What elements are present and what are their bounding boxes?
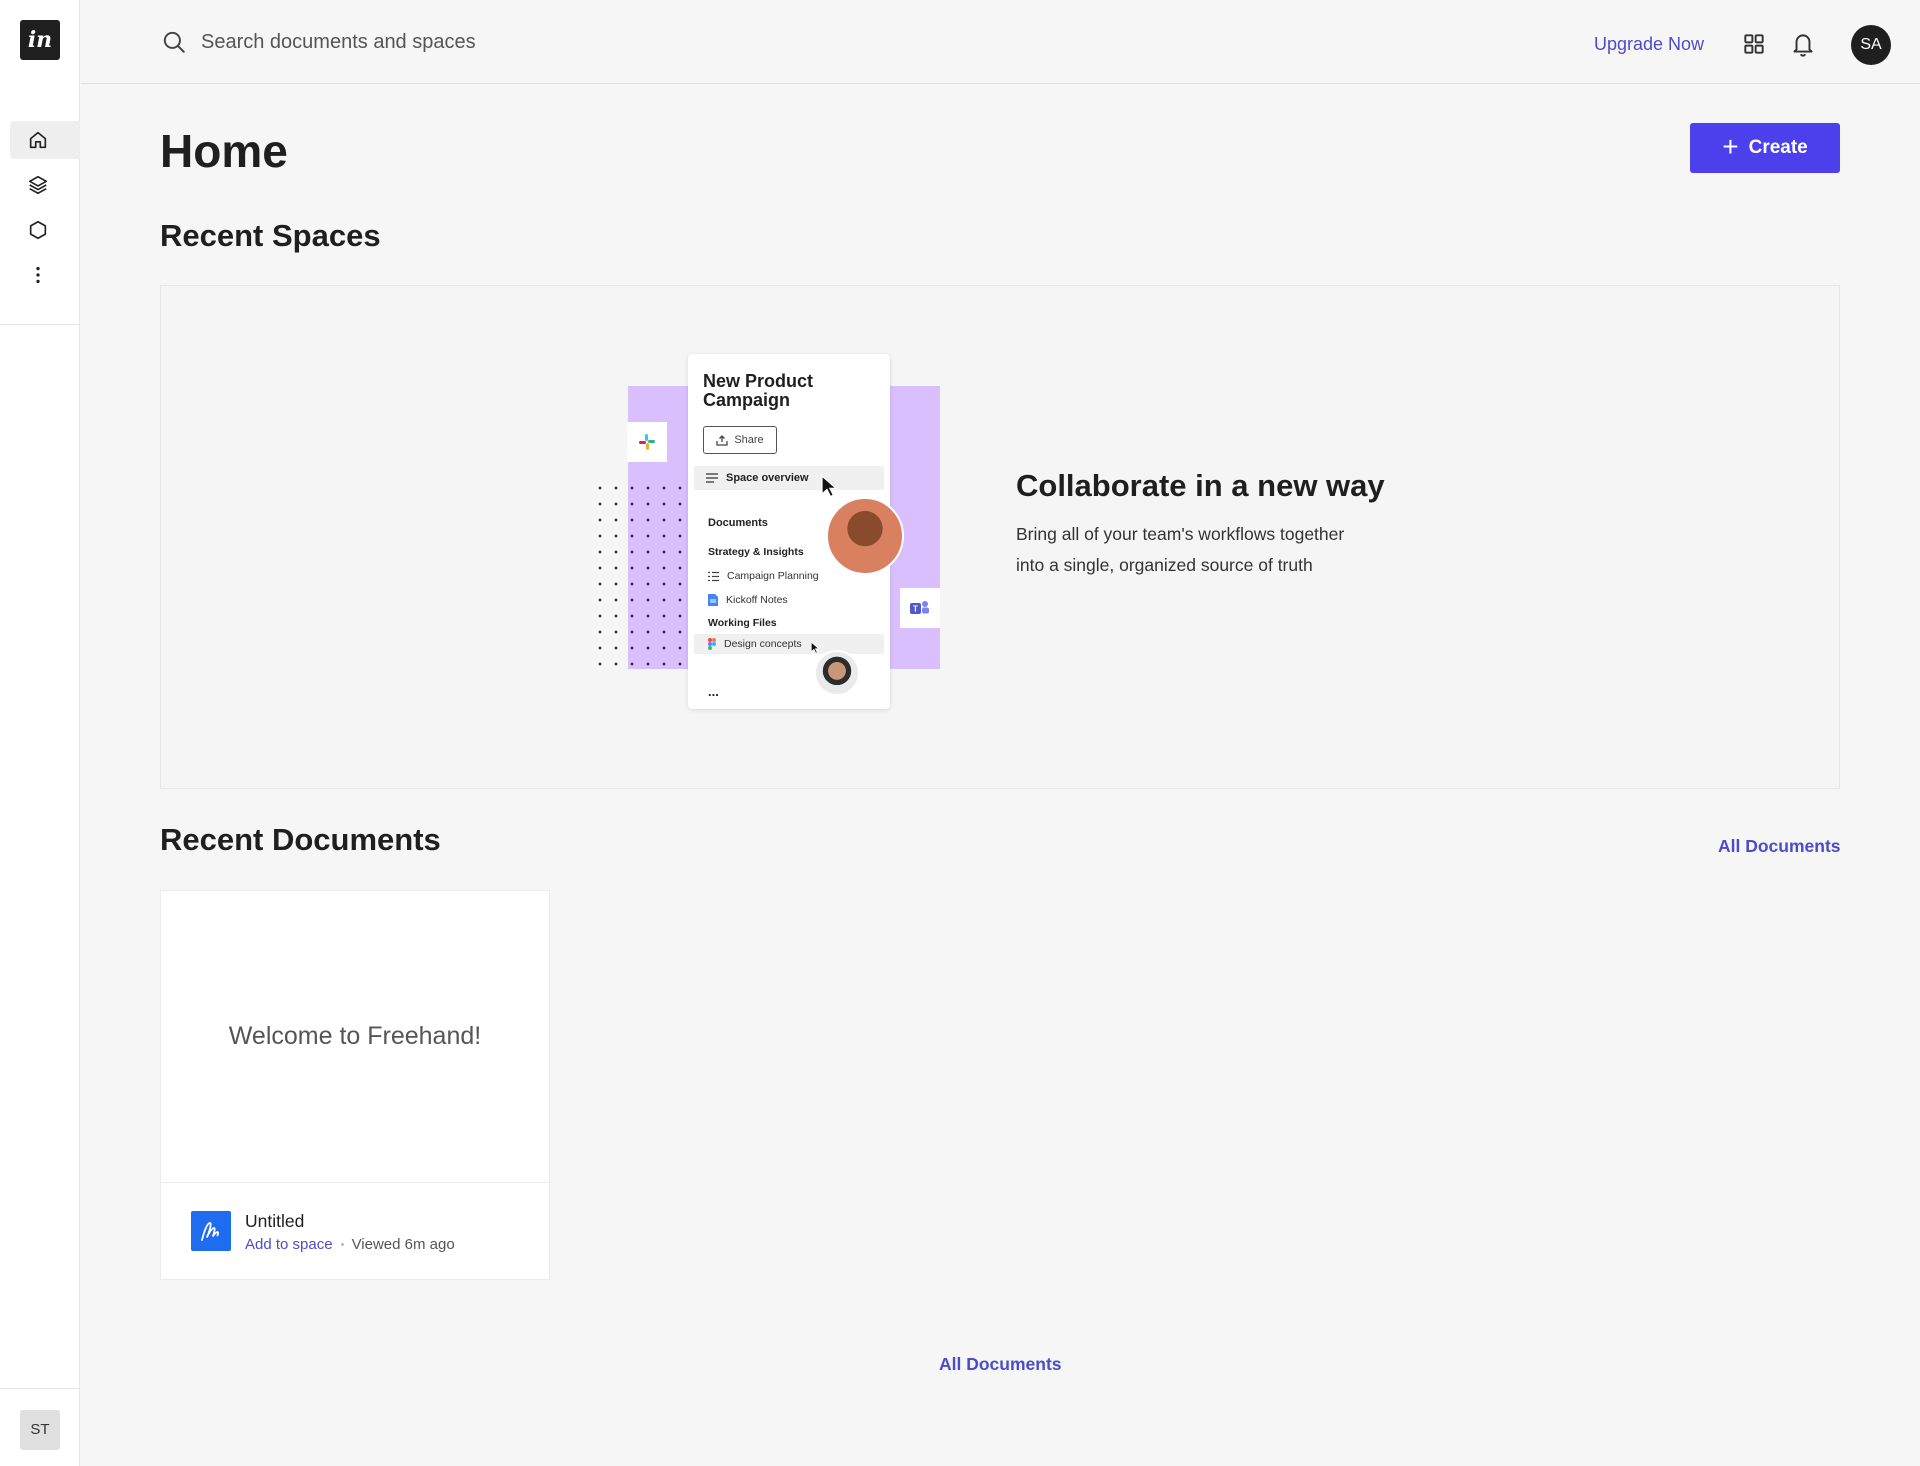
mock-documents-label: Documents	[708, 517, 768, 529]
team-badge[interactable]: ST	[20, 1410, 60, 1450]
mock-share-label: Share	[734, 434, 764, 446]
checklist-icon	[708, 571, 719, 581]
home-icon	[29, 131, 47, 149]
nav-apps[interactable]	[10, 211, 80, 249]
list-icon	[706, 473, 718, 483]
create-button-label: Create	[1748, 137, 1808, 158]
google-doc-icon	[708, 594, 718, 606]
search-icon	[163, 31, 185, 53]
recent-documents-title: Recent Documents	[160, 822, 441, 857]
page-title: Home	[160, 125, 288, 177]
create-button[interactable]: + Create	[1690, 123, 1840, 173]
mock-kickoff-notes-label: Kickoff Notes	[726, 594, 788, 606]
document-meta: Add to space Viewed 6m ago	[245, 1236, 455, 1253]
sidebar-bottom-divider	[0, 1388, 80, 1389]
cursor-small-icon	[810, 641, 820, 654]
document-card[interactable]: Welcome to Freehand! Untitled Add to spa…	[160, 890, 550, 1280]
dot-pattern	[592, 480, 688, 666]
document-name: Untitled	[245, 1211, 305, 1231]
document-preview[interactable]: Welcome to Freehand!	[161, 891, 549, 1183]
figma-icon	[708, 638, 716, 650]
invision-logo[interactable]: in	[20, 20, 60, 60]
mock-design-concepts: Design concepts	[708, 638, 802, 650]
search-input[interactable]	[201, 30, 601, 54]
search-bar[interactable]	[161, 24, 601, 60]
mock-working-files-label: Working Files	[708, 617, 777, 629]
mock-strategy-label: Strategy & Insights	[708, 546, 804, 558]
apps-grid-icon[interactable]	[1741, 31, 1767, 57]
mock-campaign-planning: Campaign Planning	[708, 570, 819, 582]
collaborator-avatar-2	[814, 650, 860, 696]
mock-overview-label: Space overview	[726, 472, 809, 484]
document-viewed-time: Viewed 6m ago	[351, 1236, 455, 1253]
recent-spaces-title: Recent Spaces	[160, 218, 381, 253]
mock-campaign-planning-label: Campaign Planning	[727, 570, 819, 582]
bell-icon[interactable]	[1790, 30, 1816, 58]
document-preview-text: Welcome to Freehand!	[228, 1022, 482, 1050]
add-to-space-link[interactable]: Add to space	[245, 1236, 333, 1253]
svg-text:T: T	[913, 605, 918, 614]
hexagon-icon	[29, 220, 47, 240]
user-avatar[interactable]: SA	[1851, 25, 1891, 65]
freehand-icon	[191, 1211, 231, 1251]
all-documents-link-bottom[interactable]: All Documents	[939, 1354, 1062, 1375]
collaborator-avatar-1	[826, 497, 904, 575]
nav-spaces[interactable]	[10, 166, 80, 204]
slack-icon	[627, 422, 667, 462]
share-icon	[716, 434, 728, 446]
collaborate-heading: Collaborate in a new way	[1016, 468, 1385, 503]
meta-separator	[340, 1243, 344, 1246]
collaborate-illustration: T New Product Campaign Share Space overv…	[592, 352, 942, 712]
sidebar: in ST	[0, 0, 80, 1466]
cursor-icon	[821, 474, 838, 498]
mock-space-overview: Space overview	[694, 466, 884, 490]
nav-more[interactable]	[10, 256, 80, 294]
mock-space-title: New Product Campaign	[703, 371, 814, 410]
collaborate-description: Bring all of your team's workflows toget…	[1016, 524, 1345, 575]
mock-design-concepts-label: Design concepts	[724, 638, 802, 650]
upgrade-now-link[interactable]: Upgrade Now	[1594, 34, 1704, 55]
mock-share-button: Share	[703, 426, 777, 454]
top-bar: Upgrade Now SA	[81, 0, 1920, 84]
all-documents-link-top[interactable]: All Documents	[1718, 836, 1841, 857]
layers-icon	[28, 175, 48, 195]
plus-icon: +	[1722, 130, 1739, 162]
more-vertical-icon	[36, 266, 40, 284]
mock-more-label: ...	[708, 684, 719, 699]
nav-home[interactable]	[10, 121, 80, 159]
teams-icon: T	[900, 588, 940, 628]
mock-kickoff-notes: Kickoff Notes	[708, 594, 788, 606]
recent-spaces-empty-card	[160, 285, 1840, 789]
sidebar-divider	[0, 324, 80, 325]
